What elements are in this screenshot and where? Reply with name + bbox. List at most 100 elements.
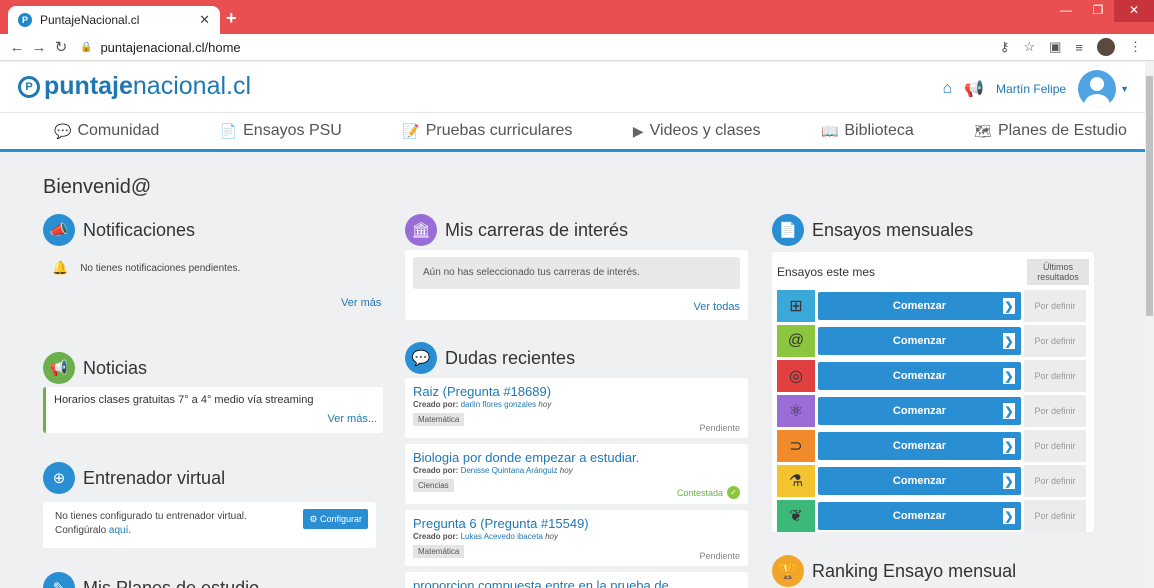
new-tab-icon[interactable]: +	[226, 8, 237, 29]
start-essay-button[interactable]: Comenzar ❯	[818, 362, 1021, 390]
doubt-status: Pendiente	[699, 423, 740, 433]
news-item[interactable]: Horarios clases gratuitas 7° a 4° medio …	[43, 387, 383, 433]
doubt-title[interactable]: Raiz (Pregunta #18689)	[413, 384, 740, 399]
scrollbar-thumb[interactable]	[1146, 76, 1153, 316]
welcome-title: Bienvenid@	[43, 176, 152, 198]
start-label: Comenzar	[892, 335, 947, 347]
nav-comunidad[interactable]: 💬 Comunidad	[54, 122, 159, 140]
section-title: Dudas recientes	[445, 347, 576, 368]
close-tab-icon[interactable]: ✕	[199, 12, 210, 28]
site-header: P puntaje nacional.cl ⌂ 📢 Martín Felipe ▼	[0, 62, 1145, 112]
browser-tab-bar: P PuntajeNacional.cl ✕ + — ❐ ✕	[0, 0, 1154, 34]
doubt-author[interactable]: Denisse Quintana Aránguiz	[461, 466, 558, 475]
playlist-icon[interactable]: ≡	[1075, 40, 1083, 55]
plan-icon: 🗺	[974, 122, 992, 139]
doubt-tag[interactable]: Matemática	[413, 413, 465, 426]
doubt-item[interactable]: proporcion compuesta entre en la prueba …	[405, 572, 748, 588]
nav-videos-clases[interactable]: ▶ Videos y clases	[633, 122, 761, 140]
start-essay-button[interactable]: Comenzar ❯	[818, 467, 1021, 495]
created-label: Creado por:	[413, 466, 459, 475]
megaphone-icon[interactable]: 📢	[964, 79, 984, 99]
configure-button[interactable]: ⚙ Configurar	[303, 509, 368, 529]
notifications-more-link[interactable]: Ver más	[341, 297, 381, 309]
doubt-title[interactable]: Biologia por donde empezar a estudiar.	[413, 450, 740, 465]
news-more-link[interactable]: Ver más...	[327, 413, 377, 425]
home-icon[interactable]: ⌂	[942, 80, 952, 98]
chevron-right-icon: ❯	[1003, 368, 1015, 384]
user-name[interactable]: Martín Felipe	[996, 82, 1066, 96]
essay-result: Por definir	[1024, 395, 1086, 427]
university-icon: 🏛	[405, 214, 437, 246]
extension-icon[interactable]: ▣	[1049, 39, 1061, 55]
window-close-icon[interactable]: ✕	[1114, 0, 1154, 22]
ranking-header: 🏆 Ranking Ensayo mensual	[772, 555, 1016, 587]
profile-avatar-icon[interactable]	[1097, 38, 1115, 56]
chevron-right-icon: ❯	[1003, 333, 1015, 349]
essay-row: ❦ Comenzar ❯ Por definir	[777, 499, 1089, 533]
essay-row: ⊞ Comenzar ❯ Por definir	[777, 289, 1089, 323]
essay-result: Por definir	[1024, 500, 1086, 532]
chevron-right-icon: ❯	[1003, 508, 1015, 524]
megaphone-icon: 📣	[43, 214, 75, 246]
main-nav: 💬 Comunidad 📄 Ensayos PSU 📝 Pruebas curricu…	[0, 112, 1145, 152]
reload-icon[interactable]: ↻	[50, 38, 72, 56]
doubt-title[interactable]: Pregunta 6 (Pregunta #15549)	[413, 516, 740, 531]
doubt-tag[interactable]: Matemática	[413, 545, 465, 558]
back-icon[interactable]: ←	[6, 39, 28, 56]
start-essay-button[interactable]: Comenzar ❯	[818, 502, 1021, 530]
trainer-here-link[interactable]: aquí	[109, 525, 128, 536]
lock-icon: 🔒	[80, 41, 93, 53]
nav-label: Planes de Estudio	[997, 122, 1127, 139]
doubt-item[interactable]: Biologia por donde empezar a estudiar. C…	[405, 444, 748, 504]
nav-planes-estudio[interactable]: 🗺 Planes de Estudio	[974, 122, 1127, 140]
nav-ensayos-psu[interactable]: 📄 Ensayos PSU	[220, 122, 342, 140]
notifications-empty-text: No tienes notificaciones pendientes.	[80, 262, 241, 274]
doubt-item[interactable]: Raiz (Pregunta #18689) Creado por: darli…	[405, 378, 748, 438]
essay-result: Por definir	[1024, 430, 1086, 462]
section-title: Entrenador virtual	[83, 467, 226, 488]
doubt-meta: Creado por: Denisse Quintana Aránguiz ho…	[413, 466, 740, 475]
doubt-author[interactable]: Lukas Acevedo ibaceta	[461, 532, 543, 541]
minimize-icon[interactable]: —	[1050, 0, 1082, 22]
doubt-tag[interactable]: Ciencias	[413, 479, 454, 492]
forward-icon[interactable]: →	[28, 39, 50, 56]
key-icon[interactable]: ⚷	[1000, 39, 1010, 55]
url-text: puntajenacional.cl/home	[100, 39, 241, 55]
essay-result: Por definir	[1024, 465, 1086, 497]
nav-biblioteca[interactable]: 📖 Biblioteca	[821, 122, 914, 140]
atom-icon: ⚛	[777, 395, 815, 427]
section-title: Notificaciones	[83, 219, 196, 240]
url-field[interactable]: 🔒 puntajenacional.cl/home	[80, 40, 241, 55]
book-icon: 📖	[820, 122, 839, 139]
start-essay-button[interactable]: Comenzar ❯	[818, 292, 1021, 320]
start-essay-button[interactable]: Comenzar ❯	[818, 432, 1021, 460]
site-logo[interactable]: P puntaje nacional.cl	[18, 72, 251, 101]
star-icon[interactable]: ☆	[1023, 39, 1035, 55]
nav-label: Ensayos PSU	[243, 122, 342, 139]
start-label: Comenzar	[892, 370, 947, 382]
calculator-icon: ⊞	[777, 290, 815, 322]
logo-bold: puntaje	[44, 72, 133, 100]
doubt-status: Contestada ✓	[677, 486, 740, 499]
browser-tab[interactable]: P PuntajeNacional.cl ✕	[8, 6, 220, 34]
page-scrollbar[interactable]	[1145, 62, 1154, 588]
start-essay-button[interactable]: Comenzar ❯	[818, 327, 1021, 355]
essay-row: ◎ Comenzar ❯ Por definir	[777, 359, 1089, 393]
chevron-right-icon: ❯	[1003, 403, 1015, 419]
user-avatar[interactable]	[1078, 70, 1117, 108]
nav-pruebas-curriculares[interactable]: 📝 Pruebas curriculares	[402, 122, 572, 140]
start-essay-button[interactable]: Comenzar ❯	[818, 397, 1021, 425]
trainer-header: ⊕ Entrenador virtual	[43, 462, 225, 494]
trainer-configure-suffix: .	[128, 525, 132, 536]
menu-icon[interactable]: ⋮	[1129, 39, 1142, 55]
careers-header: 🏛 Mis carreras de interés	[405, 214, 628, 246]
doubt-time: hoy	[538, 400, 552, 409]
chevron-right-icon: ❯	[1003, 298, 1015, 314]
doubt-title[interactable]: proporcion compuesta entre en la prueba …	[413, 578, 740, 588]
restore-icon[interactable]: ❐	[1082, 0, 1114, 22]
careers-more-link[interactable]: Ver todas	[694, 301, 740, 313]
chevron-down-icon[interactable]: ▼	[1120, 84, 1129, 94]
globe-icon: ◎	[777, 360, 815, 392]
doubt-author[interactable]: darlin flores gonzales	[461, 400, 537, 409]
doubt-item[interactable]: Pregunta 6 (Pregunta #15549) Creado por:…	[405, 510, 748, 566]
